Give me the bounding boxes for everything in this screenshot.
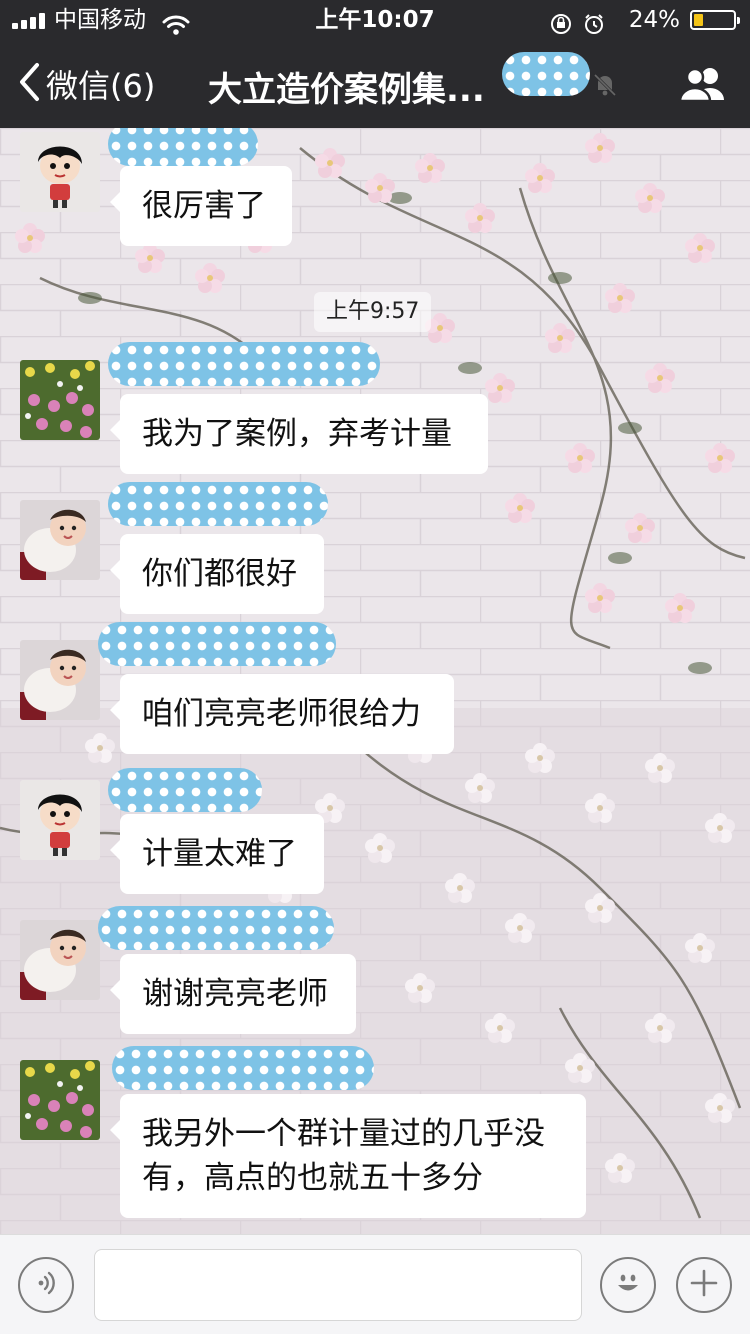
message-text-line: 有，高点的也就五十多分: [142, 1160, 483, 1196]
voice-button[interactable]: [18, 1257, 74, 1313]
avatar-cartoon-girl[interactable]: [20, 780, 100, 860]
redacted-nickname: [108, 768, 262, 812]
message-text: 很厉害了: [142, 188, 266, 224]
message-bubble[interactable]: 我为了案例，弃考计量: [110, 394, 488, 474]
battery-fill: [694, 14, 703, 26]
redacted-nickname: [98, 906, 334, 950]
avatar-cartoon-girl[interactable]: [20, 132, 100, 212]
message-text: 我为了案例，弃考计量: [142, 416, 452, 452]
chat-area[interactable]: 上午9:57 很厉害了 我为了案例，弃考计量 你们都很好 咱们亮亮老师很给力 计…: [0, 128, 750, 1234]
battery-percent: 24%: [628, 7, 680, 33]
message-input[interactable]: [94, 1249, 582, 1321]
message-text-line: 我另外一个群计量过的几乎没: [142, 1116, 545, 1152]
emoji-button[interactable]: [600, 1257, 656, 1313]
avatar-flower-garden[interactable]: [20, 1060, 100, 1140]
battery-icon: [690, 10, 740, 30]
message-text: 计量太难了: [142, 836, 297, 872]
voice-icon: [31, 1268, 61, 1302]
redacted-nickname: [108, 482, 328, 526]
nav-bar: 微信(6) 大立造价案例集...: [0, 40, 750, 128]
message-text: 谢谢亮亮老师: [142, 976, 328, 1012]
redacted-title-mask: [502, 52, 590, 96]
avatar-baby-photo[interactable]: [20, 640, 100, 720]
message-bubble[interactable]: 你们都很好: [110, 534, 324, 614]
message-text: 咱们亮亮老师很给力: [142, 696, 421, 732]
redacted-nickname: [108, 342, 380, 386]
more-button[interactable]: [676, 1257, 732, 1313]
top-bar: 中国移动 上午10:07 24% 微信(6) 大立造价案例集...: [0, 0, 750, 128]
status-bar: 中国移动 上午10:07 24%: [0, 0, 750, 40]
emoji-icon: [611, 1266, 645, 1304]
avatar-baby-photo[interactable]: [20, 920, 100, 1000]
timestamp-label: 上午9:57: [314, 292, 432, 332]
plus-icon: [689, 1268, 719, 1302]
redacted-nickname: [108, 128, 258, 166]
group-members-icon[interactable]: [678, 64, 726, 108]
input-bar: [0, 1234, 750, 1334]
mute-bell-icon: [592, 72, 618, 102]
chevron-left-icon: [18, 62, 40, 106]
chat-title: 大立造价案例集...: [208, 70, 485, 110]
redacted-nickname: [98, 622, 336, 666]
message-bubble[interactable]: 计量太难了: [110, 814, 324, 894]
back-button[interactable]: 微信(6): [18, 58, 155, 110]
redacted-nickname: [112, 1046, 374, 1090]
avatar-flower-garden[interactable]: [20, 360, 100, 440]
orientation-lock-icon: [551, 14, 571, 34]
alarm-icon: [585, 14, 603, 34]
message-bubble[interactable]: 谢谢亮亮老师: [110, 954, 356, 1034]
message-bubble[interactable]: 咱们亮亮老师很给力: [110, 674, 454, 754]
back-label: 微信(6): [46, 67, 156, 105]
message-bubble[interactable]: 我另外一个群计量过的几乎没 有，高点的也就五十多分: [110, 1094, 586, 1218]
message-bubble[interactable]: 很厉害了: [110, 166, 292, 246]
message-text: 你们都很好: [142, 556, 297, 592]
avatar-baby-photo[interactable]: [20, 500, 100, 580]
